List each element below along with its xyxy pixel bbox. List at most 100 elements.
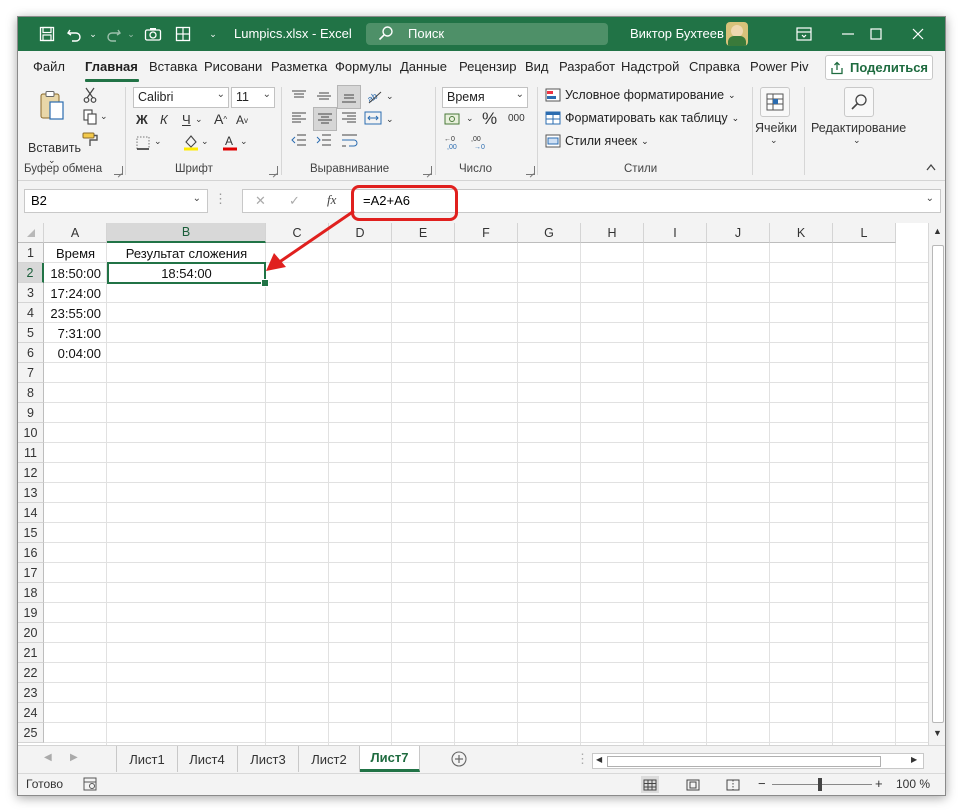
row-header-8[interactable]: 8: [18, 383, 44, 403]
editing-label[interactable]: Редактирование: [811, 121, 906, 135]
column-header-g[interactable]: G: [518, 223, 581, 243]
decrease-indent-icon[interactable]: [290, 133, 308, 147]
search-box[interactable]: Поиск: [366, 23, 608, 45]
normal-view-icon[interactable]: [641, 776, 659, 793]
wrap-text-icon[interactable]: [340, 131, 360, 149]
row-header-21[interactable]: 21: [18, 643, 44, 663]
row-header-13[interactable]: 13: [18, 483, 44, 503]
worksheet-grid[interactable]: ABCDEFGHIJKL 1 2 3 4 5 6 7 8 9 10 11 12 13 14 15 16 17 18…: [18, 223, 928, 745]
align-left-icon[interactable]: [290, 111, 308, 125]
bold-button[interactable]: Ж: [136, 112, 148, 127]
font-size-select[interactable]: 11 ⌄: [231, 87, 275, 108]
row-header-7[interactable]: 7: [18, 363, 44, 383]
row-header-22[interactable]: 22: [18, 663, 44, 683]
ribbon-display-icon[interactable]: [792, 23, 816, 45]
underline-button[interactable]: Ч: [182, 112, 191, 127]
save-icon[interactable]: [38, 25, 56, 43]
editing-dropdown-icon[interactable]: ⌄: [853, 135, 861, 146]
insert-function-button[interactable]: fx: [327, 192, 336, 208]
cell-a3[interactable]: 17:24:00: [44, 283, 107, 303]
minimize-icon[interactable]: [836, 23, 860, 45]
more-options-icon[interactable]: ⋮: [214, 191, 227, 207]
column-header-a[interactable]: A: [44, 223, 107, 243]
row-header-19[interactable]: 19: [18, 603, 44, 623]
tab-addins[interactable]: Надстрой: [621, 59, 679, 74]
percent-button[interactable]: %: [482, 109, 497, 129]
zoom-level[interactable]: 100 %: [896, 777, 930, 791]
column-header-l[interactable]: L: [833, 223, 896, 243]
tab-file[interactable]: Файл: [33, 59, 65, 74]
vertical-scroll-thumb[interactable]: [932, 245, 944, 723]
row-header-9[interactable]: 9: [18, 403, 44, 423]
column-header-j[interactable]: J: [707, 223, 770, 243]
decrease-font-icon[interactable]: Av: [236, 113, 248, 127]
tab-data[interactable]: Данные: [400, 59, 447, 74]
conditional-formatting-button[interactable]: Условное форматирование ⌄: [545, 88, 736, 102]
tab-formulas[interactable]: Формулы: [335, 59, 392, 74]
next-sheet-icon[interactable]: ▶: [70, 752, 78, 763]
sheet-tab-list2[interactable]: Лист2: [299, 746, 360, 772]
number-dialog-launcher-icon[interactable]: [526, 166, 535, 175]
sheet-tab-list4[interactable]: Лист4: [177, 746, 238, 772]
align-bottom-icon[interactable]: [337, 85, 361, 109]
row-header-4[interactable]: 4: [18, 303, 44, 323]
row-header-11[interactable]: 11: [18, 443, 44, 463]
fill-color-dropdown-icon[interactable]: ⌄: [201, 136, 209, 147]
increase-font-icon[interactable]: A ^: [214, 111, 227, 127]
vertical-scrollbar[interactable]: ▲ ▼: [928, 223, 945, 745]
increase-decimal-icon[interactable]: ←0,00: [443, 133, 465, 151]
tab-help[interactable]: Справка: [689, 59, 740, 74]
row-header-18[interactable]: 18: [18, 583, 44, 603]
cell-a4[interactable]: 23:55:00: [44, 303, 107, 323]
row-header-12[interactable]: 12: [18, 463, 44, 483]
column-header-e[interactable]: E: [392, 223, 455, 243]
row-header-1[interactable]: 1: [18, 243, 44, 263]
cut-icon[interactable]: [82, 87, 98, 103]
align-center-icon[interactable]: [313, 107, 337, 131]
customize-toolbar-icon[interactable]: ⌄: [204, 25, 222, 43]
row-header-2[interactable]: 2: [18, 263, 44, 283]
increase-indent-icon[interactable]: [315, 133, 333, 147]
number-format-select[interactable]: Время ⌄: [442, 87, 528, 108]
zoom-slider-track[interactable]: [772, 784, 872, 785]
cells-icon[interactable]: [760, 87, 790, 117]
underline-dropdown-icon[interactable]: ⌄: [195, 114, 203, 125]
copy-dropdown-icon[interactable]: ⌄: [100, 111, 108, 122]
paste-label[interactable]: Вставить: [28, 141, 81, 155]
name-box[interactable]: B2 ⌄: [24, 189, 208, 213]
tab-split-handle[interactable]: ⋮: [576, 751, 589, 767]
column-header-h[interactable]: H: [581, 223, 644, 243]
format-as-table-button[interactable]: Форматировать как таблицу ⌄: [545, 111, 739, 125]
italic-button[interactable]: К: [160, 112, 168, 127]
orientation-icon[interactable]: ab: [365, 87, 385, 105]
column-header-b[interactable]: B: [107, 223, 266, 243]
cell-a1[interactable]: Время: [44, 243, 107, 263]
scroll-up-icon[interactable]: ▲: [933, 226, 942, 236]
editing-search-icon[interactable]: [844, 87, 874, 117]
undo-icon[interactable]: [66, 25, 84, 43]
row-header-10[interactable]: 10: [18, 423, 44, 443]
share-button[interactable]: Поделиться: [825, 55, 933, 80]
currency-icon[interactable]: [443, 110, 465, 128]
column-header-f[interactable]: F: [455, 223, 518, 243]
scroll-left-icon[interactable]: ◀: [596, 755, 602, 764]
cells-label[interactable]: Ячейки: [755, 121, 797, 135]
horizontal-scroll-thumb[interactable]: [607, 756, 881, 767]
tab-insert[interactable]: Вставка: [149, 59, 197, 74]
collapse-ribbon-icon[interactable]: [926, 163, 936, 171]
row-header-24[interactable]: 24: [18, 703, 44, 723]
accessibility-icon[interactable]: [82, 776, 98, 792]
row-header-15[interactable]: 15: [18, 523, 44, 543]
redo-dropdown-icon[interactable]: ⌄: [122, 25, 140, 43]
user-name[interactable]: Виктор Бухтеев: [630, 26, 724, 41]
sheet-tab-list7[interactable]: Лист7: [360, 746, 420, 772]
row-header-6[interactable]: 6: [18, 343, 44, 363]
tab-layout[interactable]: Разметка: [271, 59, 327, 74]
zoom-out-button[interactable]: −: [758, 776, 766, 791]
align-top-icon[interactable]: [290, 89, 308, 103]
horizontal-scrollbar[interactable]: ◀ ▶: [592, 753, 924, 769]
tab-review[interactable]: Рецензир: [459, 59, 517, 74]
camera-icon[interactable]: [144, 25, 162, 43]
page-layout-view-icon[interactable]: [684, 776, 702, 793]
row-header-5[interactable]: 5: [18, 323, 44, 343]
